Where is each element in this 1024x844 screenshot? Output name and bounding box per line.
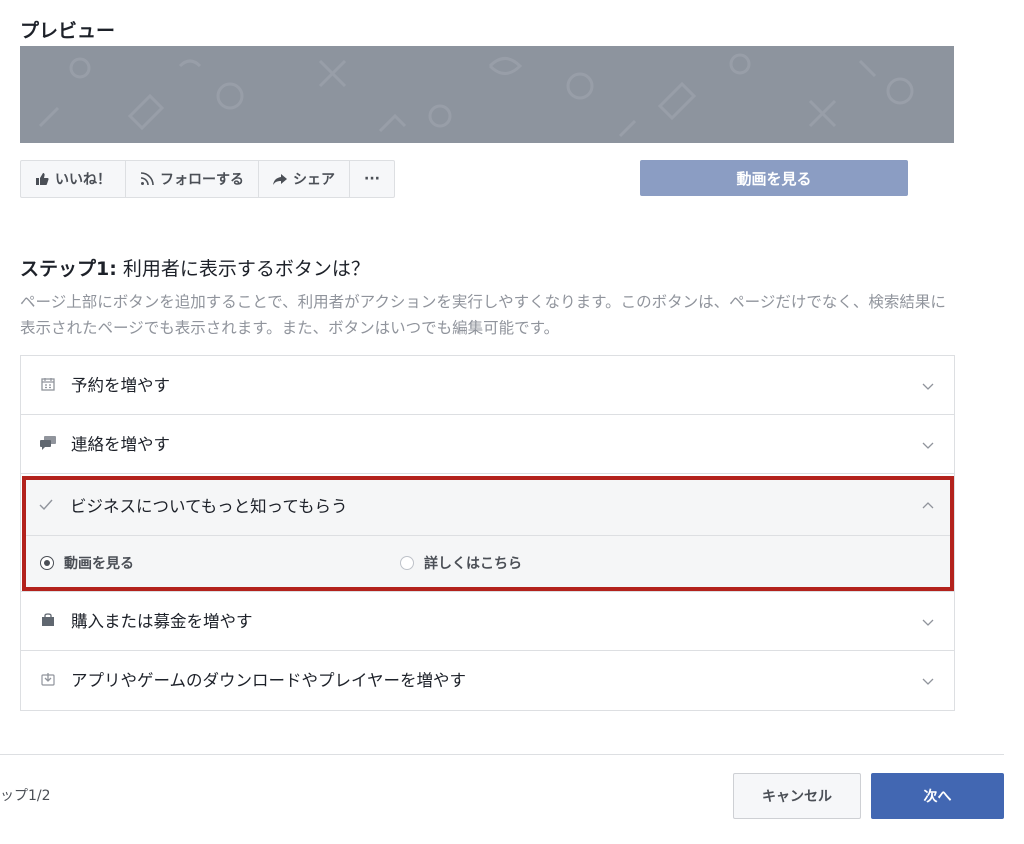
step-counter: ップ1/2 [0, 788, 51, 804]
option-bookings[interactable]: 予約を増やす [21, 356, 954, 415]
like-button[interactable]: いいね！ [21, 161, 126, 197]
step-number: ステップ1: [20, 258, 117, 280]
radio-learn-more[interactable]: 詳しくはこちら [400, 553, 522, 573]
option-label: アプリやゲームのダウンロードやプレイヤーを増やす [71, 671, 467, 690]
thumbs-up-icon [36, 173, 49, 185]
rss-icon [140, 172, 154, 186]
calendar-icon [40, 376, 56, 392]
checkmark-icon [39, 499, 53, 511]
option-label: 予約を増やす [71, 376, 170, 395]
option-label: ビジネスについてもっと知ってもらう [70, 497, 348, 516]
like-label: いいね！ [55, 172, 111, 188]
radio-unselected-indicator[interactable] [400, 556, 414, 570]
option-purchases[interactable]: 購入または募金を増やす [21, 592, 954, 651]
chevron-down-icon[interactable] [920, 673, 936, 689]
chevron-up-icon[interactable] [920, 498, 936, 514]
preview-title: プレビュー [20, 20, 116, 42]
page-action-bar: いいね！ フォローする シェア ··· [20, 160, 395, 198]
chat-bubbles-icon [40, 435, 56, 451]
radio-label: 動画を見る [64, 556, 134, 572]
option-app-downloads[interactable]: アプリやゲームのダウンロードやプレイヤーを増やす [21, 651, 954, 710]
shopping-bag-icon [40, 612, 56, 628]
follow-button[interactable]: フォローする [126, 161, 259, 197]
next-button[interactable]: 次へ [871, 773, 1004, 819]
step-question: 利用者に表示するボタンは？ [116, 258, 370, 280]
share-button[interactable]: シェア [259, 161, 350, 197]
radio-label: 詳しくはこちら [424, 556, 522, 572]
option-label: 連絡を増やす [71, 435, 170, 454]
share-arrow-icon [273, 174, 287, 185]
option-contact[interactable]: 連絡を増やす [21, 415, 954, 474]
radio-watch-video[interactable]: 動画を見る [40, 553, 134, 573]
chevron-down-icon[interactable] [920, 378, 936, 394]
follow-label: フォローする [160, 172, 244, 188]
option-choices: 動画を見る 詳しくはこちら [26, 536, 950, 588]
more-icon: ··· [364, 171, 380, 187]
cancel-button[interactable]: キャンセル [733, 773, 861, 819]
more-button[interactable]: ··· [350, 161, 394, 197]
cover-photo-placeholder [20, 46, 954, 143]
radio-selected-indicator[interactable] [40, 556, 54, 570]
step-title: ステップ1: 利用者に表示するボタンは？ [20, 254, 370, 281]
download-icon [40, 671, 56, 687]
footer-divider [0, 754, 1004, 755]
option-learn-more-header[interactable]: ビジネスについてもっと知ってもらう [26, 480, 950, 536]
watch-video-cta-button[interactable]: 動画を見る [640, 160, 908, 196]
share-label: シェア [293, 172, 335, 188]
cover-pattern [38, 53, 914, 138]
chevron-down-icon[interactable] [920, 437, 936, 453]
option-label: 購入または募金を増やす [71, 612, 253, 631]
step-description: ページ上部にボタンを追加することで、利用者がアクションを実行しやすくなります。こ… [20, 293, 946, 337]
chevron-down-icon[interactable] [920, 614, 936, 630]
option-learn-more-expanded: ビジネスについてもっと知ってもらう 動画を見る 詳しくはこちら [22, 476, 954, 591]
